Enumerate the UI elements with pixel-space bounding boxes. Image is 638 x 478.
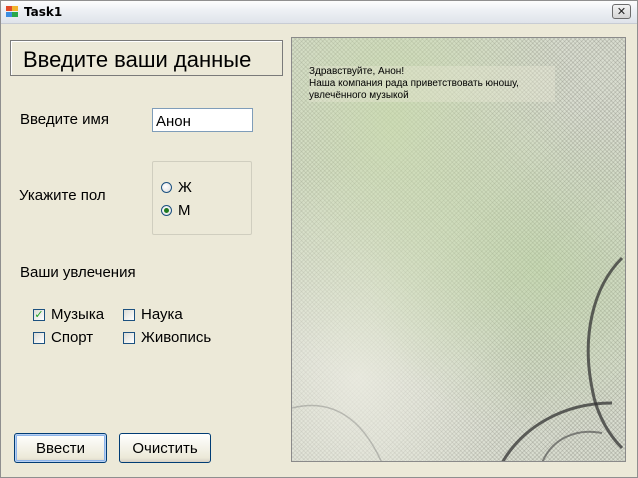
radio-female[interactable] — [161, 182, 172, 193]
checkbox-science[interactable] — [123, 308, 135, 321]
checkbox-sport[interactable] — [33, 331, 45, 344]
gender-group: Ж М — [152, 161, 252, 235]
title-bar[interactable]: Task1 ✕ — [1, 1, 637, 24]
radio-male-label: М — [178, 202, 191, 219]
checkbox-painting[interactable] — [123, 331, 135, 344]
hobbies-label: Ваши увлечения — [20, 264, 136, 281]
greeting-label: Здравствуйте, Анон! Наша компания рада п… — [309, 66, 555, 102]
greeting-line: Здравствуйте, Анон! — [309, 66, 405, 77]
greeting-line: Наша компания рада приветствовать юношу, — [309, 78, 519, 89]
name-label: Введите имя — [20, 111, 109, 128]
radio-option-male[interactable]: М — [161, 202, 191, 219]
hobby-painting-label: Живопись — [141, 329, 212, 346]
name-input[interactable] — [152, 108, 253, 132]
main-window: Task1 ✕ Введите ваши данные Введите имя … — [0, 0, 638, 478]
close-icon: ✕ — [616, 5, 627, 18]
radio-male[interactable] — [161, 205, 172, 216]
client-area: Введите ваши данные Введите имя Укажите … — [1, 24, 637, 477]
hobby-painting[interactable]: Живопись — [123, 329, 211, 346]
radio-option-female[interactable]: Ж — [161, 179, 192, 196]
hobby-science-label: Наука — [141, 306, 183, 323]
page-title: Введите ваши данные — [23, 47, 252, 72]
heading-box: Введите ваши данные — [10, 40, 283, 76]
radio-female-label: Ж — [178, 179, 192, 196]
checkbox-music[interactable]: ✓ — [33, 308, 45, 321]
window-title: Task1 — [24, 5, 63, 19]
hobby-music[interactable]: ✓ Музыка — [33, 306, 104, 323]
hobby-sport-label: Спорт — [51, 329, 94, 346]
clear-button[interactable]: Очистить — [119, 433, 211, 463]
hobby-science[interactable]: Наука — [123, 306, 183, 323]
greeting-line: увлечённого музыкой — [309, 90, 409, 101]
app-window-icon — [6, 6, 19, 18]
close-button[interactable]: ✕ — [612, 4, 631, 19]
hobby-sport[interactable]: Спорт — [33, 329, 93, 346]
gender-label: Укажите пол — [19, 187, 106, 204]
picture-panel: Здравствуйте, Анон! Наша компания рада п… — [291, 37, 626, 462]
submit-button[interactable]: Ввести — [14, 433, 107, 463]
hobby-music-label: Музыка — [51, 306, 105, 323]
